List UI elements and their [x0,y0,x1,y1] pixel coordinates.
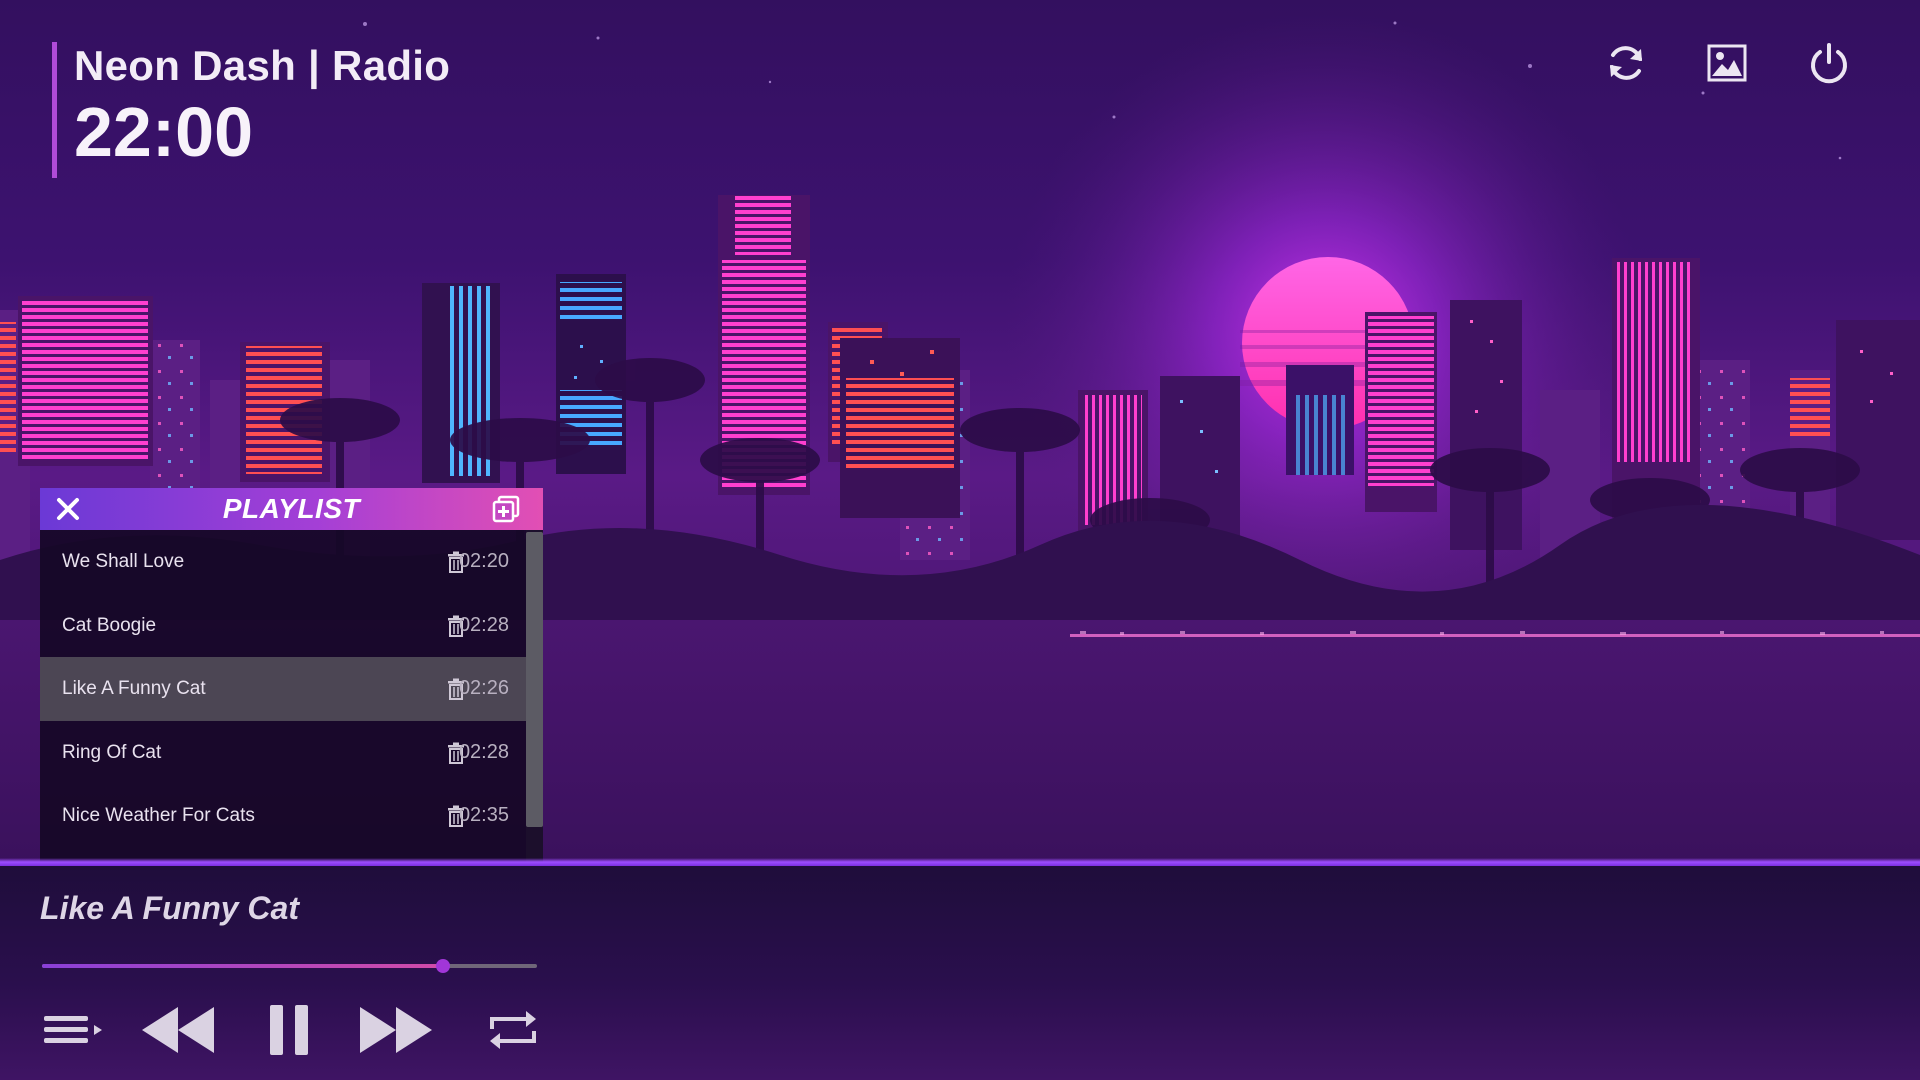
header: Neon Dash | Radio 22:00 [52,42,450,178]
add-playlist-icon [492,495,520,523]
track-row[interactable]: Cat Boogie 02:28 [40,594,526,658]
station-title: Neon Dash | Radio [74,42,451,89]
refresh-button[interactable] [1601,38,1651,88]
playlist-title: PLAYLIST [222,493,361,524]
track-duration: 02:35 [458,804,509,826]
progress-knob[interactable] [435,959,450,973]
track-name: Nice Weather For Cats [62,805,255,826]
now-playing-title: Like A Funny Cat [40,890,299,926]
track-name: Ring Of Cat [62,741,162,763]
power-button[interactable] [1804,38,1854,88]
rewind-icon [142,1007,214,1053]
track-name: We Shall Love [62,551,185,572]
track-row-active[interactable]: Like A Funny Cat 02:26 [40,657,526,721]
track-duration: 02:28 [458,740,509,763]
progress-bar[interactable] [42,959,537,973]
pause-icon [270,1005,308,1055]
playlist-panel: PLAYLIST We Shall Love 02:20 Cat Boogie … [40,488,543,865]
progress-fill [42,964,443,968]
track-row[interactable]: Ring Of Cat 02:28 [40,721,526,785]
track-duration: 02:20 [458,550,509,572]
fast-forward-icon [360,1007,432,1053]
clock: 22:00 [74,93,254,171]
image-icon [1707,44,1747,82]
track-row[interactable]: Nice Weather For Cats 02:35 [40,784,526,848]
playlist-header: PLAYLIST [40,488,543,530]
track-duration: 02:28 [458,613,509,636]
wallpaper-button[interactable] [1702,38,1752,88]
track-duration: 02:26 [458,677,509,699]
rewind-button[interactable] [140,1000,216,1060]
repeat-button[interactable] [485,1000,541,1060]
playlist-toggle-button[interactable] [40,1005,106,1055]
track-list: We Shall Love 02:20 Cat Boogie 02:28 Lik… [40,530,526,848]
refresh-icon [1610,46,1642,80]
track-name: Cat Boogie [62,614,157,636]
track-row[interactable]: We Shall Love 02:20 [40,530,526,594]
scrollbar-thumb[interactable] [526,532,543,827]
fast-forward-button[interactable] [358,1000,434,1060]
neon-divider [0,858,1920,866]
playlist-scrollbar[interactable] [526,530,543,865]
playlist-toggle-icon [44,1016,102,1043]
player-bar: Like A Funny Cat [0,866,1920,1080]
track-name: Like A Funny Cat [62,678,206,699]
power-icon [1811,43,1847,84]
pause-button[interactable] [266,1000,312,1060]
playlist-add-button[interactable] [492,495,520,523]
repeat-icon [490,1011,536,1049]
